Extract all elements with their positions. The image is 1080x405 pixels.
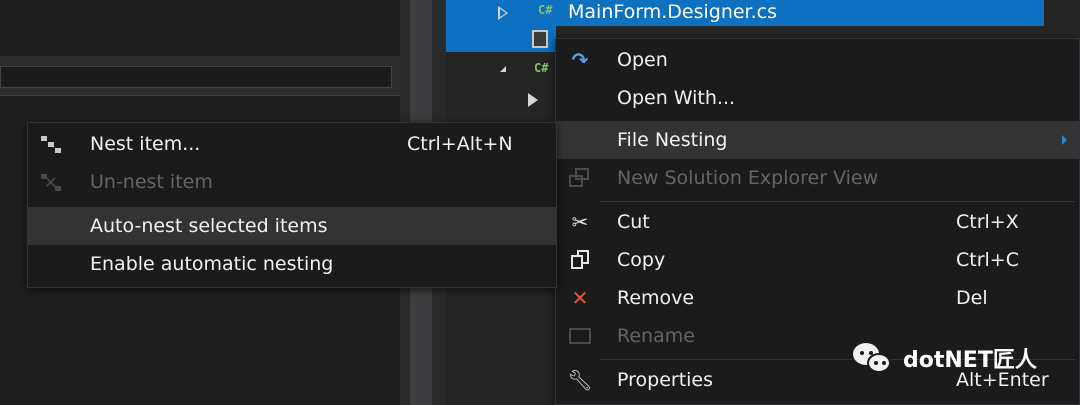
expand-arrow-icon[interactable] xyxy=(498,6,508,20)
menu-item-label: Open With... xyxy=(617,87,736,109)
search-field[interactable] xyxy=(0,66,392,88)
menu-item-copy[interactable]: Copy Ctrl+C xyxy=(556,241,1079,279)
scissors-icon: ✂ xyxy=(571,210,589,234)
menu-item-enable-automatic-nesting[interactable]: Enable automatic nesting xyxy=(28,245,556,283)
menu-item-label: New Solution Explorer View xyxy=(617,167,879,189)
menu-item-shortcut: Del xyxy=(956,287,988,309)
copy-icon xyxy=(568,248,592,272)
new-view-icon xyxy=(568,166,592,190)
tree-node-resource[interactable] xyxy=(446,26,556,52)
menu-item-label: Un-nest item xyxy=(90,171,213,193)
tree-node-csharp[interactable]: C# xyxy=(446,58,556,84)
rename-icon xyxy=(568,324,592,348)
menu-item-shortcut: Ctrl+Alt+N xyxy=(407,133,513,155)
menu-item-new-solution-explorer-view[interactable]: New Solution Explorer View xyxy=(556,159,1079,197)
unnest-item-icon: ✕ xyxy=(40,170,64,194)
nest-item-icon xyxy=(40,132,64,156)
menu-item-nest-item[interactable]: Nest item... Ctrl+Alt+N xyxy=(28,125,556,163)
menu-item-label: Rename xyxy=(617,325,695,347)
menu-item-shortcut: Ctrl+C xyxy=(956,249,1019,271)
wrench-icon: 🔧︎ xyxy=(567,368,593,392)
csharp-file-icon: C# xyxy=(538,3,553,17)
menu-item-file-nesting[interactable]: File Nesting xyxy=(556,121,1079,159)
tree-node-label: MainForm.Designer.cs xyxy=(568,1,777,23)
tree-node-mainform-designer[interactable]: C# MainForm.Designer.cs xyxy=(446,0,1044,26)
watermark: dotNET匠人 xyxy=(853,340,1037,376)
menu-item-cut[interactable]: ✂ Cut Ctrl+X xyxy=(556,203,1079,241)
wechat-logo-icon xyxy=(853,341,893,375)
collapse-arrow-icon[interactable] xyxy=(500,66,506,72)
resource-file-icon xyxy=(532,30,548,48)
menu-item-open[interactable]: ↷ Open xyxy=(556,41,1079,79)
menu-item-label: Properties xyxy=(617,369,714,391)
submenu-arrow-icon xyxy=(1062,135,1067,145)
remove-x-icon: ✕ xyxy=(571,286,589,310)
menu-item-label: Auto-nest selected items xyxy=(90,215,328,237)
menu-item-label: Nest item... xyxy=(90,133,201,155)
menu-separator xyxy=(600,201,1075,202)
menu-item-label: Remove xyxy=(617,287,695,309)
menu-item-label: Open xyxy=(617,49,668,71)
tree-node-child[interactable] xyxy=(446,88,556,114)
menu-item-remove[interactable]: ✕ Remove Del xyxy=(556,279,1079,317)
open-arrow-icon: ↷ xyxy=(571,48,589,72)
file-nesting-submenu: Nest item... Ctrl+Alt+N ✕ Un-nest item A… xyxy=(27,122,557,288)
menu-item-label: Cut xyxy=(617,211,650,233)
menu-item-label: Enable automatic nesting xyxy=(90,253,334,275)
csharp-file-icon: C# xyxy=(534,61,549,75)
menu-item-open-with[interactable]: Open With... xyxy=(556,79,1079,117)
menu-item-label: File Nesting xyxy=(617,129,728,151)
menu-item-auto-nest-selected[interactable]: Auto-nest selected items xyxy=(28,207,556,245)
menu-item-label: Copy xyxy=(617,249,666,271)
watermark-text: dotNET匠人 xyxy=(903,348,1037,373)
menu-item-un-nest-item[interactable]: ✕ Un-nest item xyxy=(28,163,556,201)
menu-item-shortcut: Ctrl+X xyxy=(956,211,1019,233)
expand-arrow-icon[interactable] xyxy=(528,93,538,107)
